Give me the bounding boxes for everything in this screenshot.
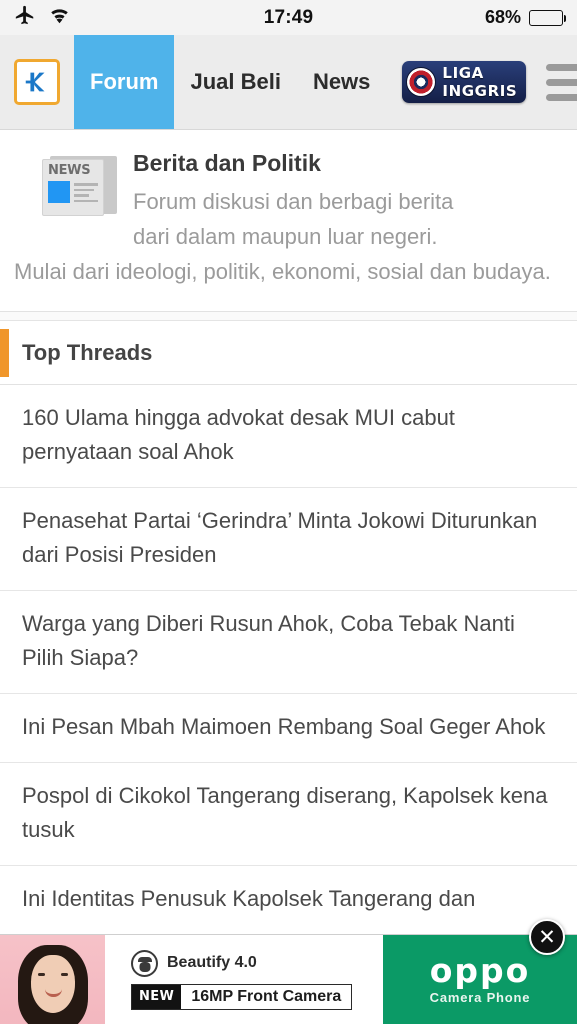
thread-list-item[interactable]: 160 Ulama hingga advokat desak MUI cabut… [0,385,577,488]
battery-percent-label: 68% [484,7,521,27]
ad-message: Beautify 4.0 NEW 16MP Front Camera [105,935,383,1024]
liga-inggris-badge[interactable]: LIGA INGGRIS [402,61,527,103]
battery-icon [529,9,566,26]
ad-tagline: Camera Phone [429,990,531,1005]
beautify-face-icon [131,949,158,977]
tab-forum-label: Forum [90,69,159,94]
top-navigation-bar: Forum Jual Beli News LIGA INGGRIS [0,35,577,130]
forum-header: NEWS Berita dan Politik Forum diskusi da… [0,130,577,312]
news-paper-icon: NEWS [42,156,117,218]
forum-description-line-2: dari dalam maupun luar negeri. [133,224,438,249]
ad-brand-label: Beautify 4.0 [167,954,257,971]
ad-feature-tag: NEW 16MP Front Camera [131,983,353,1010]
tab-forum[interactable]: Forum [74,35,175,129]
kaskus-logo-button[interactable] [0,35,74,129]
section-accent-bar [0,328,9,377]
football-emblem-icon [406,67,437,97]
thread-list-item[interactable]: Pospol di Cikokol Tangerang diserang, Ka… [0,763,577,866]
ad-feature-label: 16MP Front Camera [191,987,342,1005]
news-icon-label: NEWS [48,163,91,178]
tab-news-label: News [312,69,371,94]
top-threads-header: Top Threads [0,321,577,385]
thread-list: 160 Ulama hingga advokat desak MUI cabut… [0,385,577,935]
ad-new-badge: NEW [132,984,182,1009]
ad-banner[interactable]: Beautify 4.0 NEW 16MP Front Camera oppo … [0,919,577,1024]
kaskus-logo-icon [14,59,60,105]
tab-jual-beli[interactable]: Jual Beli [174,35,296,129]
liga-inggris-label: LIGA INGGRIS [442,64,518,100]
status-bar-right: 68% [484,7,566,28]
top-threads-title: Top Threads [22,339,153,365]
forum-title: Berita dan Politik [133,150,321,176]
hamburger-menu-icon[interactable] [526,63,577,101]
status-bar: 17:49 68% [0,0,577,35]
close-glyph: ✕ [538,924,556,949]
thread-list-item[interactable]: Penasehat Partai ‘Gerindra’ Minta Jokowi… [0,488,577,591]
close-icon[interactable]: ✕ [529,919,565,955]
ad-model-photo [0,935,105,1024]
thread-list-item[interactable]: Warga yang Diberi Rusun Ahok, Coba Tebak… [0,591,577,694]
tab-news[interactable]: News [297,35,386,129]
tab-jual-beli-label: Jual Beli [190,69,281,94]
forum-description-line-1: Forum diskusi dan berbagi berita [133,189,454,214]
section-divider [0,312,577,321]
oppo-logo: oppo [429,951,531,990]
thread-list-item[interactable]: Ini Pesan Mbah Maimoen Rembang Soal Gege… [0,694,577,763]
thread-list-item[interactable]: Ini Identitas Penusuk Kapolsek Tangerang… [0,866,577,935]
forum-description-rest: Mulai dari ideologi, politik, ekonomi, s… [14,259,551,284]
